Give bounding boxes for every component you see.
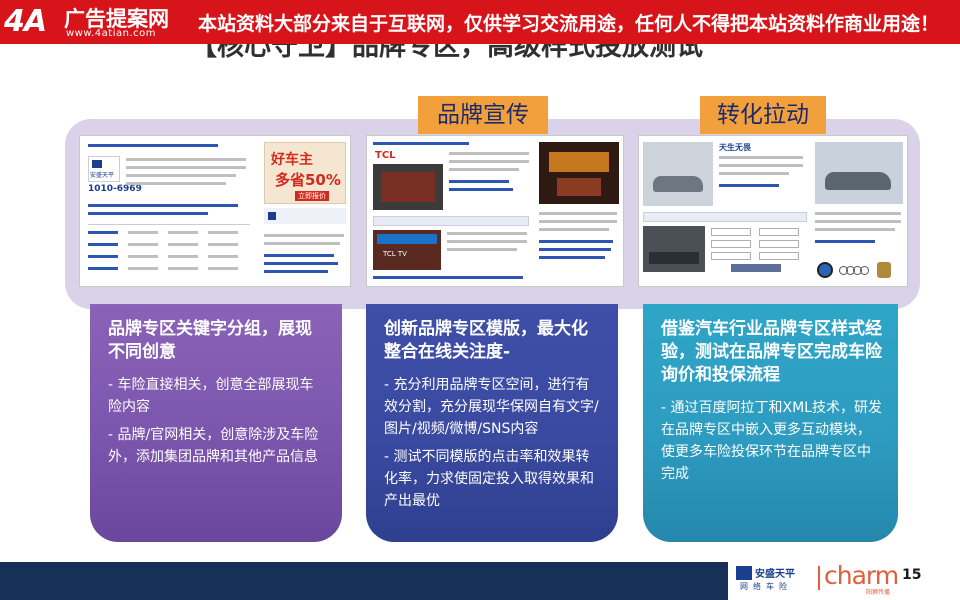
card-3-point-1: - 通过百度阿拉丁和XML技术，研发在品牌专区中嵌入更多互动模块，使更多车险投保… — [661, 400, 882, 482]
screenshot-strip: 安盛天平 1010-6969 好车主 多省50% 立即报价 TCL TCL TV… — [65, 119, 920, 309]
card-1-point-2: - 品牌/官网相关，创意除涉及车险外，添加集团品牌和其他产品信息 — [108, 427, 319, 465]
mini-headline — [88, 144, 218, 147]
promo-banner-ad: 好车主 多省50% 立即报价 — [264, 142, 346, 204]
promo-line-1: 好车主 — [271, 152, 313, 168]
bmw-logo-icon — [817, 262, 833, 278]
mini-link — [88, 212, 208, 215]
mini-link — [88, 204, 238, 207]
porsche-crest-icon — [877, 262, 891, 278]
shot1-phone: 1010-6969 — [88, 184, 142, 194]
top-banner: 4A 广告提案网 www.4atian.com 本站资料大部分来自于互联网，仅供… — [0, 0, 960, 44]
card-keyword-grouping: 品牌专区关键字分组，展现不同创意 - 车险直接相关，创意全部展现车险内容 - 品… — [90, 304, 342, 542]
car-banner — [815, 142, 903, 204]
form-field[interactable] — [711, 240, 751, 248]
card-1-heading: 品牌专区关键字分组，展现不同创意 — [108, 319, 312, 362]
quote-form — [711, 228, 807, 272]
mini-text — [126, 166, 246, 169]
footer-company-sub: 网络车险 — [740, 582, 792, 591]
screenshot-brand-zone-3: 天生无畏 — [638, 135, 908, 287]
mini-logo-strip — [264, 208, 346, 224]
brand-logo-thumb: 安盛天平 — [88, 156, 120, 182]
screenshot-brand-zone-2: TCL TCL TV — [366, 135, 624, 287]
axa-mini-icon — [92, 160, 102, 168]
dealer-image — [643, 226, 705, 272]
shot2-brand: TCL — [375, 150, 396, 161]
site-logo[interactable]: 4A 广告提案网 www.4atian.com — [4, 2, 194, 40]
shot3-brand: 天生无畏 — [719, 143, 751, 152]
logo-site-url: www.4atian.com — [66, 28, 156, 39]
video-thumb: TCL TV — [373, 230, 441, 270]
footer-divider — [818, 566, 820, 590]
card-2-heading: 创新品牌专区模版，最大化整合在线关注度- — [384, 319, 588, 362]
tv-product-image — [373, 164, 443, 210]
form-field[interactable] — [759, 240, 799, 248]
tag-brand-promotion: 品牌宣传 — [418, 96, 548, 134]
page-number: 15 — [902, 567, 922, 583]
promo-line-2: 多省50% — [275, 171, 341, 189]
footer-company-name: 安盛天平 — [755, 569, 795, 580]
mini-text — [126, 182, 226, 185]
tag-conversion: 转化拉动 — [700, 96, 826, 134]
card-template-innovation: 创新品牌专区模版，最大化整合在线关注度- - 充分利用品牌专区空间，进行有效分割… — [366, 304, 618, 542]
card-1-point-1: - 车险直接相关，创意全部展现车险内容 — [108, 377, 314, 415]
car-image — [643, 142, 713, 206]
promo-poster — [539, 142, 619, 204]
mini-text — [126, 158, 246, 161]
mini-table — [88, 224, 250, 280]
card-2-point-2: - 测试不同模版的点击率和效果转化率，力求使固定投入取得效果和产出最优 — [384, 449, 594, 509]
axa-mini-icon — [268, 212, 276, 220]
shot2-promo: TCL TV — [383, 250, 407, 258]
audi-rings-icon — [839, 266, 869, 275]
agency-sub: 阳狮传播 — [866, 589, 891, 596]
form-field[interactable] — [711, 252, 751, 260]
form-field[interactable] — [711, 228, 751, 236]
form-field[interactable] — [759, 252, 799, 260]
form-field[interactable] — [759, 228, 799, 236]
quote-cta[interactable]: 立即报价 — [295, 191, 329, 201]
axa-logo-icon — [736, 566, 752, 580]
card-3-heading: 借鉴汽车行业品牌专区样式经验，测试在品牌专区完成车险询价和投保流程 — [661, 319, 882, 385]
logo-mark: 4A — [4, 4, 47, 39]
mini-tabs — [643, 212, 807, 222]
form-submit-button[interactable] — [731, 264, 781, 272]
screenshot-brand-zone-1: 安盛天平 1010-6969 好车主 多省50% 立即报价 — [79, 135, 351, 287]
card-2-point-1: - 充分利用品牌专区空间，进行有效分割，充分展现华保网自有文字/图片/视频/微博… — [384, 377, 599, 437]
banner-notice: 本站资料大部分来自于互联网，仅供学习交流用途，任何人不得把本站资料作商业用途！ — [198, 13, 940, 35]
shot1-brand: 安盛天平 — [90, 172, 115, 179]
card-auto-industry: 借鉴汽车行业品牌专区样式经验，测试在品牌专区完成车险询价和投保流程 - 通过百度… — [643, 304, 898, 542]
mini-text — [126, 174, 236, 177]
mini-tabs — [373, 216, 529, 226]
agency-logo: charm — [824, 561, 899, 590]
